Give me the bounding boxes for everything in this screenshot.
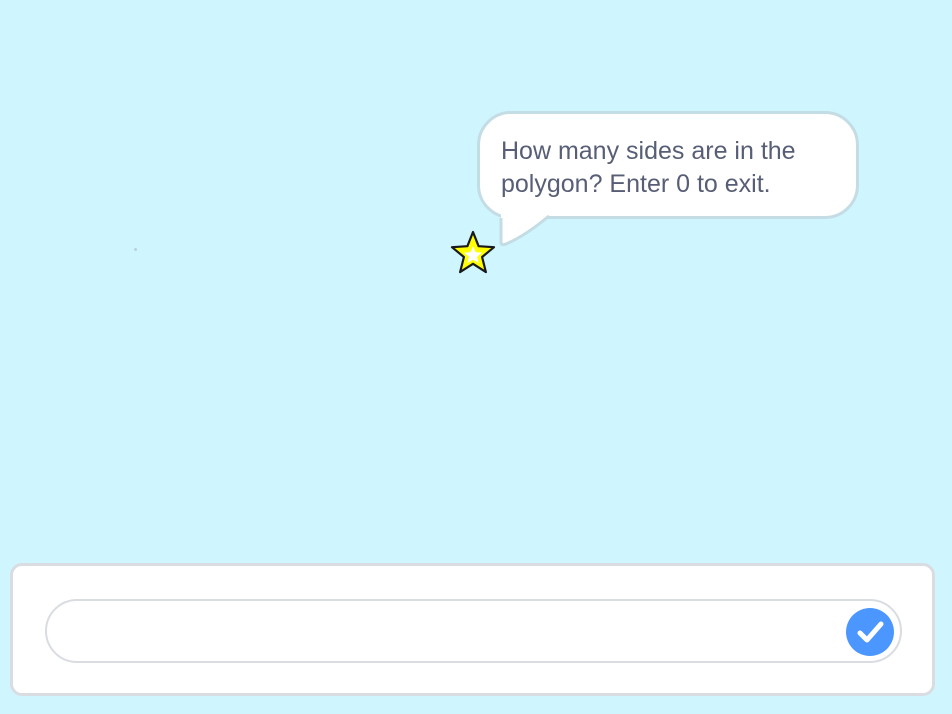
- ask-prompt-panel: [10, 563, 935, 696]
- star-sprite-icon[interactable]: [447, 229, 499, 279]
- submit-answer-button[interactable]: [846, 608, 894, 656]
- speech-bubble-tail: [499, 214, 550, 247]
- speech-bubble: How many sides are in the polygon? Enter…: [477, 111, 859, 219]
- stage-dot: [134, 248, 137, 251]
- answer-field[interactable]: [45, 599, 902, 663]
- stage: How many sides are in the polygon? Enter…: [0, 0, 952, 714]
- checkmark-icon: [857, 621, 884, 643]
- answer-input[interactable]: [67, 611, 831, 653]
- speech-bubble-line-1: How many sides are in the: [501, 137, 796, 165]
- speech-bubble-line-2: polygon? Enter 0 to exit.: [501, 170, 771, 198]
